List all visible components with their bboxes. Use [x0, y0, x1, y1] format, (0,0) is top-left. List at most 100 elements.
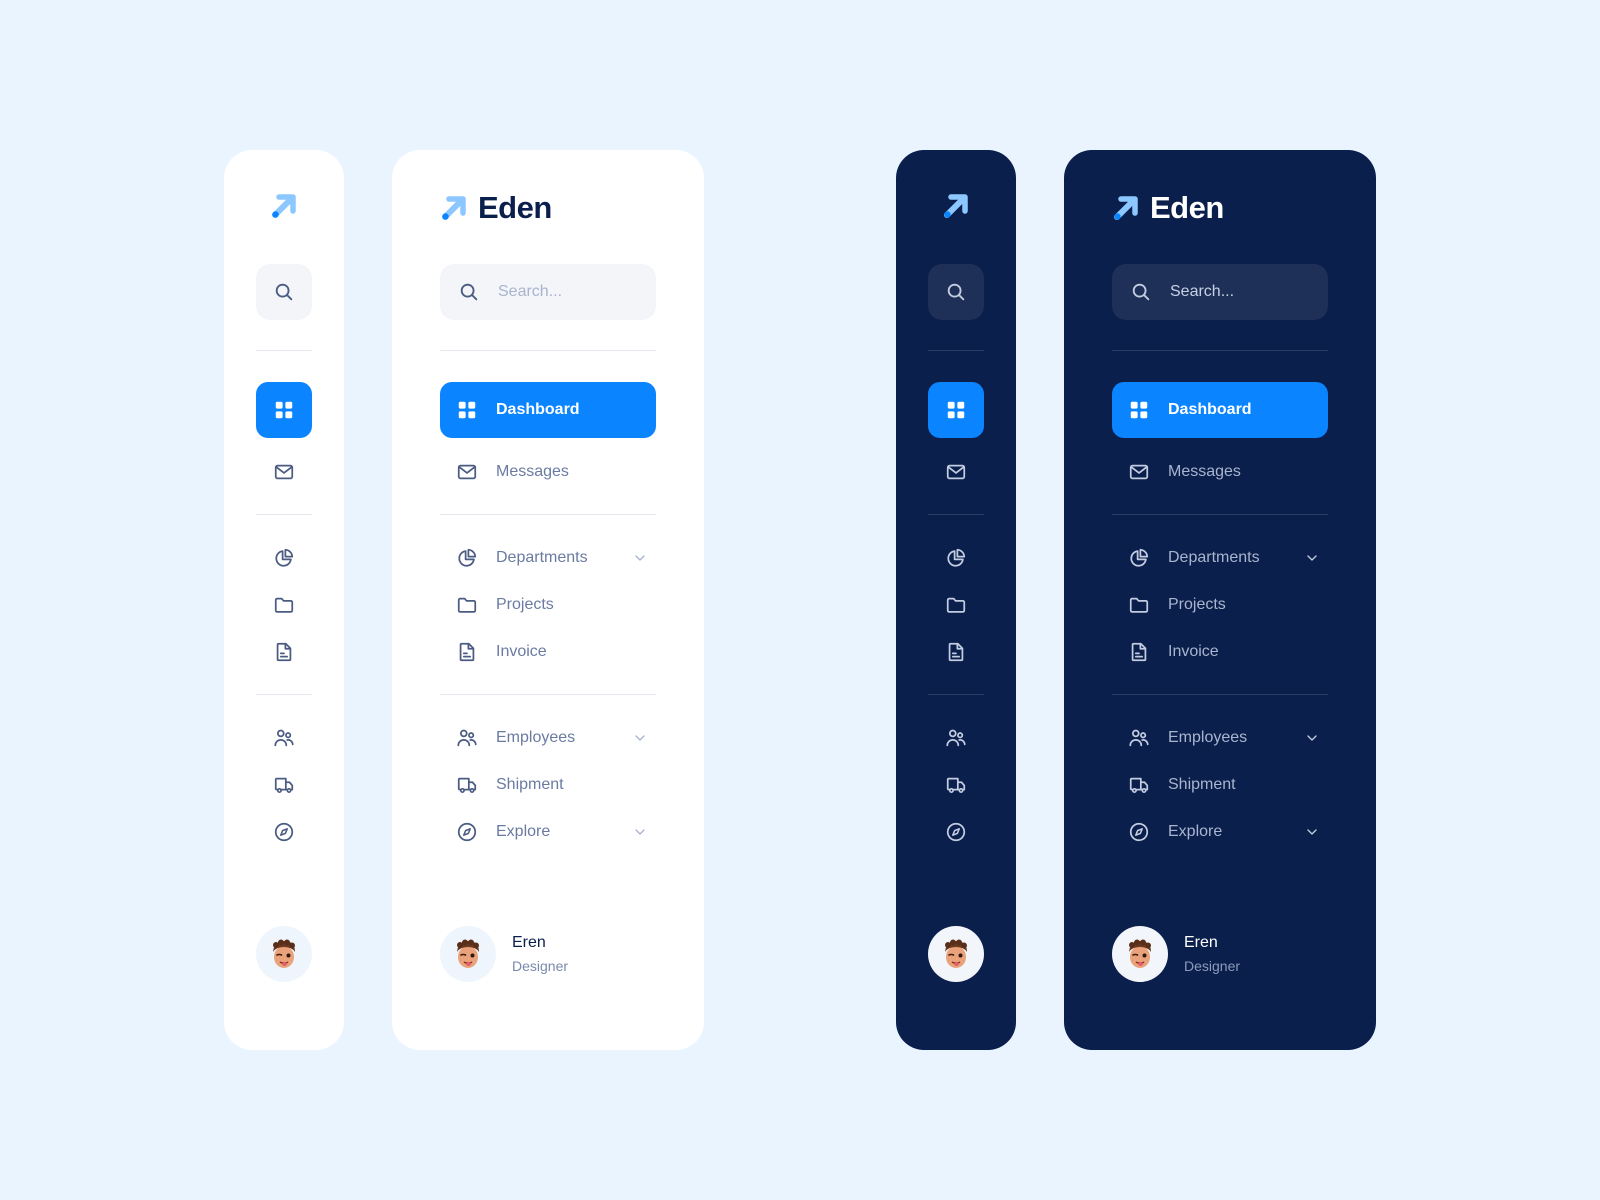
users-icon [946, 729, 966, 747]
compass-icon [1129, 822, 1149, 842]
sidebar-item-shipment[interactable] [256, 761, 312, 809]
sidebar-item-label: Shipment [496, 776, 564, 793]
memoji-avatar-icon [945, 939, 967, 968]
divider [256, 694, 312, 695]
logo-arrow-icon [944, 194, 968, 218]
pie-chart-icon [275, 548, 294, 567]
sidebar-item-employees[interactable]: Employees [440, 714, 656, 762]
divider [440, 350, 656, 351]
sidebar-item-employees[interactable] [256, 714, 312, 762]
compass-icon [946, 822, 966, 842]
expand-toggle[interactable] [628, 546, 652, 570]
chevron-down-icon [1307, 735, 1317, 741]
sidebar-item-shipment[interactable]: Shipment [440, 761, 656, 809]
user-name: Eren [1184, 934, 1218, 951]
pie-chart-icon [947, 548, 966, 567]
grid-icon [458, 401, 476, 419]
logo-arrow-icon [272, 194, 296, 218]
sidebar-expanded-light: Eden Dashboard Messages Departments Proj… [392, 150, 704, 1050]
sidebar-item-explore[interactable]: Explore [440, 808, 656, 856]
brand[interactable]: Eden [1112, 192, 1224, 223]
grid-icon [1130, 401, 1148, 419]
expand-toggle[interactable] [628, 820, 652, 844]
sidebar-item-label: Invoice [496, 643, 547, 660]
sidebar-item-messages[interactable] [256, 448, 312, 496]
file-text-icon [276, 642, 292, 662]
sidebar-item-projects[interactable] [256, 581, 312, 629]
sidebar-item-shipment[interactable] [928, 761, 984, 809]
sidebar-item-invoice[interactable]: Invoice [440, 628, 656, 676]
user-avatar[interactable] [928, 926, 984, 982]
sidebar-item-invoice[interactable] [928, 628, 984, 676]
divider [440, 514, 656, 515]
user-avatar[interactable] [256, 926, 312, 982]
sidebar-item-label: Projects [1168, 596, 1226, 613]
sidebar-item-employees[interactable] [928, 714, 984, 762]
grid-icon [275, 401, 293, 419]
sidebar-item-dashboard[interactable] [928, 382, 984, 438]
users-icon [274, 729, 294, 747]
folder-icon [946, 597, 966, 613]
sidebar-item-explore[interactable] [256, 808, 312, 856]
sidebar-item-messages[interactable] [928, 448, 984, 496]
user-name: Eren [512, 934, 546, 951]
folder-icon [1129, 597, 1149, 613]
sidebar-item-projects[interactable]: Projects [1112, 581, 1328, 629]
sidebar-item-messages[interactable]: Messages [440, 448, 656, 496]
search-field[interactable] [1112, 264, 1328, 320]
expand-toggle[interactable] [628, 726, 652, 750]
expand-toggle[interactable] [1300, 546, 1324, 570]
brand-logo[interactable] [270, 192, 298, 225]
sidebar-item-label: Dashboard [1168, 401, 1252, 418]
sidebar-item-explore[interactable] [928, 808, 984, 856]
divider [928, 514, 984, 515]
sidebar-item-dashboard[interactable] [256, 382, 312, 438]
mail-icon [946, 464, 966, 480]
search-button[interactable] [928, 264, 984, 320]
sidebar-item-departments[interactable] [928, 534, 984, 582]
compass-icon [457, 822, 477, 842]
users-icon [1129, 729, 1149, 747]
sidebar-item-messages[interactable]: Messages [1112, 448, 1328, 496]
pie-chart-icon [458, 548, 477, 567]
sidebar-item-departments[interactable] [256, 534, 312, 582]
file-text-icon [948, 642, 964, 662]
expand-toggle[interactable] [1300, 820, 1324, 844]
brand-logo[interactable] [942, 192, 970, 225]
divider [440, 694, 656, 695]
sidebar-item-invoice[interactable] [256, 628, 312, 676]
memoji-avatar-icon [273, 939, 295, 968]
sidebar-item-departments[interactable]: Departments [1112, 534, 1328, 582]
search-button[interactable] [256, 264, 312, 320]
sidebar-item-dashboard[interactable]: Dashboard [1112, 382, 1328, 438]
brand[interactable]: Eden [440, 192, 552, 223]
truck-icon [274, 777, 294, 793]
user-avatar [1112, 926, 1168, 982]
sidebar-item-projects[interactable] [928, 581, 984, 629]
sidebar-item-departments[interactable]: Departments [440, 534, 656, 582]
mail-icon [457, 464, 477, 480]
sidebar-item-label: Projects [496, 596, 554, 613]
pie-chart-icon [1130, 548, 1149, 567]
user-profile[interactable]: Eren Designer [440, 926, 568, 982]
sidebar-expanded-dark: Eden Dashboard Messages Departments Proj… [1064, 150, 1376, 1050]
sidebar-item-dashboard[interactable]: Dashboard [440, 382, 656, 438]
user-profile[interactable]: Eren Designer [1112, 926, 1240, 982]
divider [256, 514, 312, 515]
sidebar-item-explore[interactable]: Explore [1112, 808, 1328, 856]
sidebar-item-invoice[interactable]: Invoice [1112, 628, 1328, 676]
search-icon [947, 283, 965, 301]
divider [928, 694, 984, 695]
sidebar-item-label: Employees [1168, 729, 1248, 746]
sidebar-item-shipment[interactable]: Shipment [1112, 761, 1328, 809]
expand-toggle[interactable] [1300, 726, 1324, 750]
memoji-avatar-icon [1129, 939, 1151, 968]
sidebar-item-projects[interactable]: Projects [440, 581, 656, 629]
truck-icon [457, 777, 477, 793]
chevron-down-icon [1307, 829, 1317, 835]
search-input[interactable] [498, 283, 648, 301]
sidebar-item-employees[interactable]: Employees [1112, 714, 1328, 762]
search-field[interactable] [440, 264, 656, 320]
sidebar-item-label: Invoice [1168, 643, 1219, 660]
search-input[interactable] [1170, 283, 1320, 301]
